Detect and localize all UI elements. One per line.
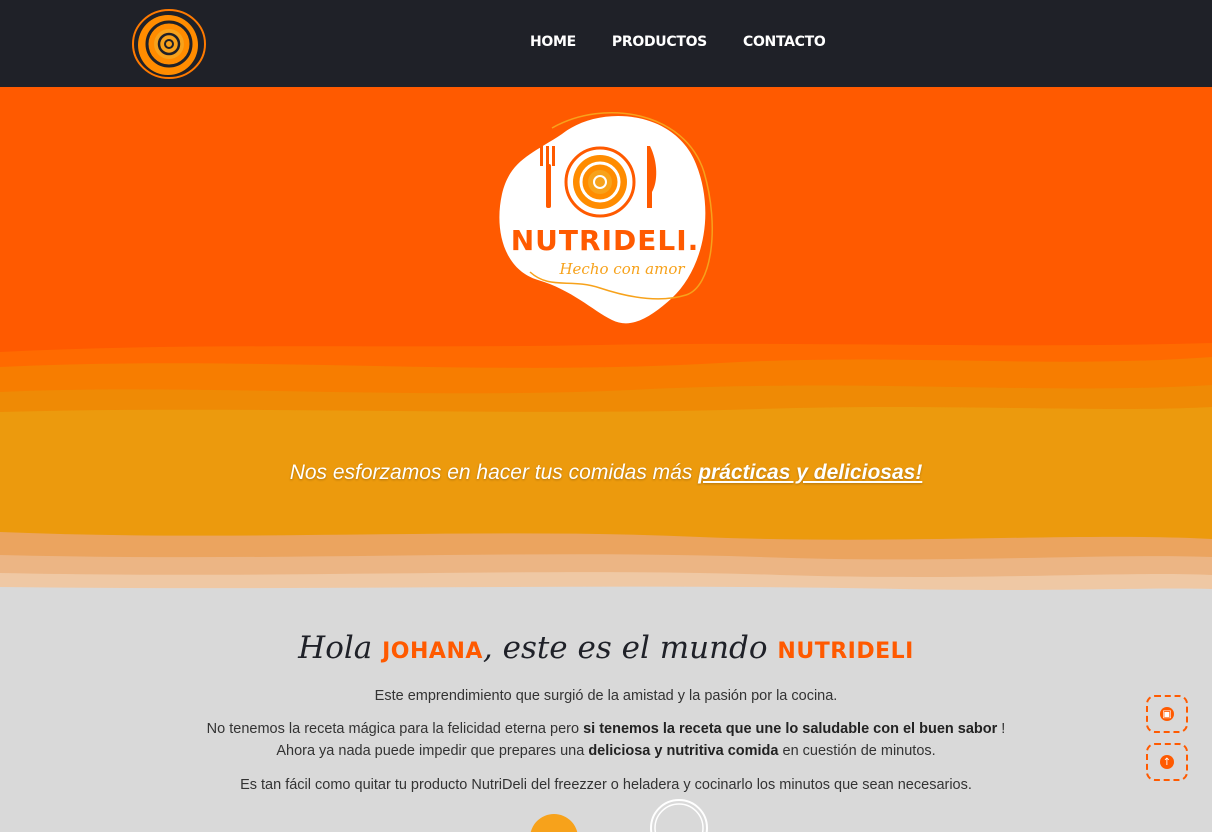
decorative-circles (530, 799, 708, 832)
brand-name: NUTRIDELI (777, 639, 914, 664)
p3-text-c: en cuestión de minutos. (778, 743, 936, 759)
intro-paragraph-1: Este emprendimiento que surgió de la ami… (374, 688, 838, 704)
main-nav: HOME PRODUCTOS CONTACTO (530, 34, 826, 50)
hero-section: NUTRIDELI. Hecho con amor Nos esforzamos… (0, 87, 1212, 602)
hero-tagline: Nos esforzamos en hacer tus comidas más … (0, 461, 1212, 485)
p2-text-c: ! (997, 721, 1006, 737)
p3-bold: deliciosa y nutritiva comida (588, 743, 779, 759)
nav-contacto[interactable]: CONTACTO (743, 34, 826, 50)
greeting-heading: Hola JOHANA, este es el mundo NUTRIDELI (0, 630, 1212, 666)
intro-section: Hola JOHANA, este es el mundo NUTRIDELI … (0, 602, 1212, 832)
nutrideli-hero-logo: NUTRIDELI. Hecho con amor (499, 111, 713, 324)
intro-paragraph-2: No tenemos la receta mágica para la feli… (0, 718, 1212, 762)
p2-bold: si tenemos la receta que une lo saludabl… (583, 721, 998, 737)
p3-text-a: Ahora ya nada puede impedir que prepares… (276, 743, 589, 759)
navbar: HOME PRODUCTOS CONTACTO (0, 0, 1212, 87)
logo-script: Hecho con amor (558, 260, 685, 278)
logo-wordmark: NUTRIDELI. (511, 224, 700, 257)
greeting-hola: Hola (298, 630, 383, 666)
nav-home[interactable]: HOME (530, 34, 576, 50)
p2-text-a: No tenemos la receta mágica para la feli… (206, 721, 584, 737)
tagline-link[interactable]: prácticas y deliciosas! (698, 461, 922, 484)
shopping-bag-icon: ▣ (1160, 707, 1174, 721)
tagline-text: Nos esforzamos en hacer tus comidas más (289, 461, 699, 484)
scroll-top-button[interactable]: ↑ (1146, 743, 1188, 781)
arrow-up-icon: ↑ (1160, 755, 1174, 769)
cart-button[interactable]: ▣ (1146, 695, 1188, 733)
nutrideli-logo-icon[interactable] (131, 7, 207, 81)
user-name: JOHANA (382, 639, 483, 664)
greeting-mid: , este es el mundo (482, 630, 778, 666)
nav-productos[interactable]: PRODUCTOS (612, 34, 707, 50)
